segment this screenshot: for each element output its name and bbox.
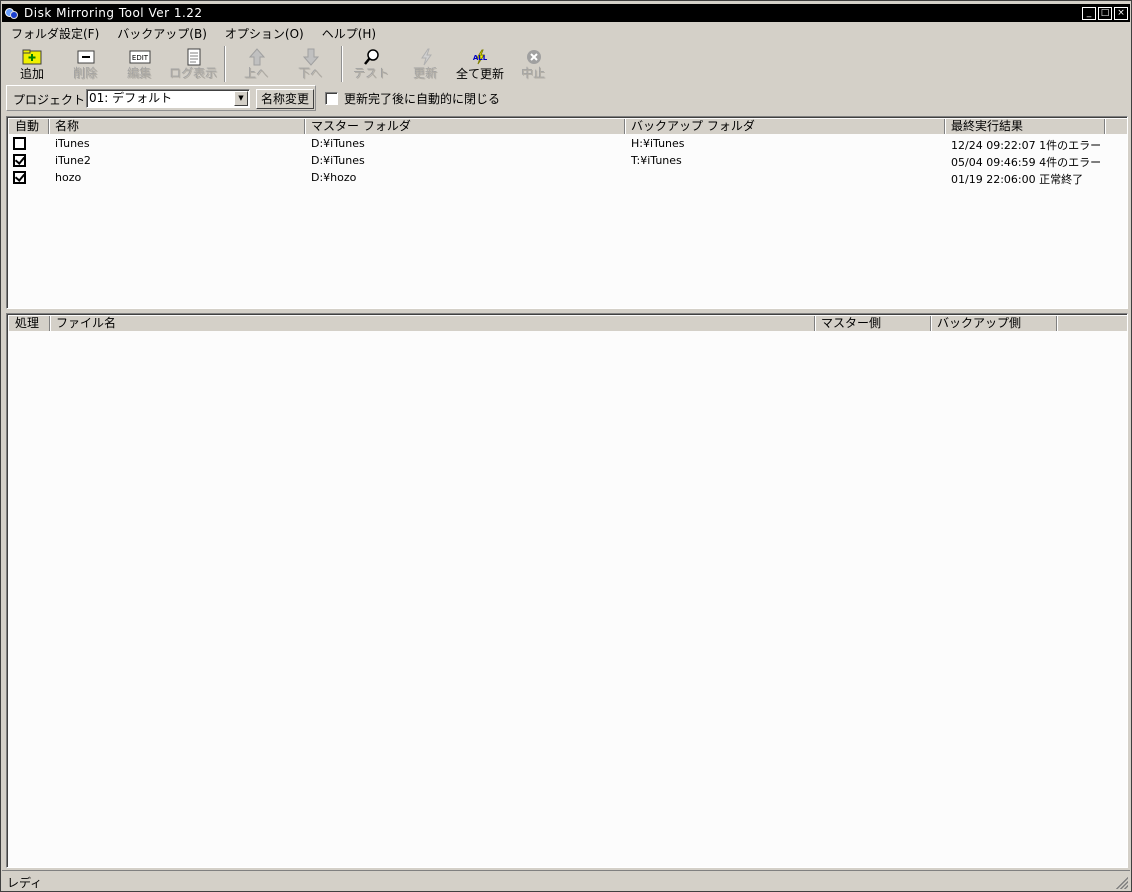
cell-master: D:¥iTunes (311, 154, 365, 167)
stop-button[interactable]: 中止 (507, 47, 561, 83)
window-title: Disk Mirroring Tool Ver 1.22 (24, 6, 203, 20)
update-all-label: 全て更新 (455, 67, 504, 81)
project-select[interactable]: 01: デフォルト ▼ (86, 89, 250, 108)
col-last-result[interactable]: 最終実行結果 (945, 119, 1105, 134)
edit-icon: EDIT (129, 50, 151, 64)
arrow-up-icon (248, 48, 266, 66)
stop-label: 中止 (521, 67, 546, 81)
col-auto[interactable]: 自動 (9, 119, 49, 134)
update-button[interactable]: 更新 (399, 47, 453, 83)
cell-backup: H:¥iTunes (631, 137, 685, 150)
menu-options[interactable]: オプション(O) (216, 25, 313, 42)
file-list-header: 処理 ファイル名 マスター側 バックアップ側 (9, 316, 1127, 331)
folder-list-header: 自動 名称 マスター フォルダ バックアップ フォルダ 最終実行結果 (9, 119, 1127, 134)
menu-backup[interactable]: バックアップ(B) (108, 25, 216, 42)
cell-result: 01/19 22:06:00 正常終了 (951, 173, 1084, 186)
maximize-button[interactable]: □ (1098, 6, 1112, 20)
log-view-label: ログ表示 (169, 67, 218, 81)
disk-mirror-app-icon (5, 6, 19, 20)
auto-close-label: 更新完了後に自動的に閉じる (344, 92, 501, 106)
table-row[interactable]: iTune2 D:¥iTunes T:¥iTunes 05/04 09:46:59 4… (9, 152, 1127, 169)
project-bar: プロジェクト 01: デフォルト ▼ 名称変更 更新完了後に自動的に閉じる (2, 85, 1130, 111)
update-all-icon: ALL (473, 49, 488, 65)
col-backup-folder[interactable]: バックアップ フォルダ (625, 119, 945, 134)
auto-checkbox[interactable] (13, 171, 26, 184)
file-list[interactable]: 処理 ファイル名 マスター側 バックアップ側 (6, 313, 1128, 868)
status-bar: レディ (2, 870, 1130, 890)
log-document-icon (187, 48, 201, 66)
add-button[interactable]: 追加 (5, 47, 59, 83)
edit-label: 編集 (127, 67, 152, 81)
cell-name: iTunes (55, 137, 90, 150)
cell-master: D:¥iTunes (311, 137, 365, 150)
delete-icon (77, 50, 95, 64)
col-master-side[interactable]: マスター側 (815, 316, 931, 331)
arrow-down-icon (302, 48, 320, 66)
close-button[interactable]: × (1114, 6, 1128, 20)
col-process[interactable]: 処理 (9, 316, 50, 331)
col-master-folder[interactable]: マスター フォルダ (305, 119, 625, 134)
test-button[interactable]: テスト (345, 47, 399, 83)
cell-name: hozo (55, 171, 82, 184)
col-name[interactable]: 名称 (49, 119, 305, 134)
add-label: 追加 (19, 67, 44, 81)
auto-close-checkbox[interactable] (325, 92, 338, 105)
project-label: プロジェクト (13, 93, 86, 107)
table-row[interactable]: hozo D:¥hozo 01/19 22:06:00 正常終了 (9, 169, 1127, 186)
app-window: Disk Mirroring Tool Ver 1.22 _ □ × フォルダ設… (0, 0, 1132, 892)
toolbar: 追加 削除 EDIT 編集 ログ表示 上へ 下へ テスト 更新 ALL 全て更新… (2, 44, 1130, 84)
minimize-button[interactable]: _ (1082, 6, 1096, 20)
status-text: レディ (7, 876, 43, 890)
update-all-button[interactable]: ALL 全て更新 (453, 47, 507, 83)
auto-checkbox[interactable] (13, 137, 26, 150)
stop-x-icon (527, 50, 541, 64)
delete-label: 削除 (73, 67, 98, 81)
log-view-button[interactable]: ログ表示 (167, 47, 221, 83)
project-selected-value: 01: デフォルト (89, 91, 173, 105)
add-folder-icon (22, 49, 42, 65)
cell-name: iTune2 (55, 154, 91, 167)
table-row[interactable]: iTunes D:¥iTunes H:¥iTunes 12/24 09:22:07 1… (9, 135, 1127, 152)
dropdown-arrow-icon[interactable]: ▼ (234, 91, 248, 106)
move-up-label: 上へ (244, 67, 269, 81)
menu-bar: フォルダ設定(F) バックアップ(B) オプション(O) ヘルプ(H) (2, 23, 1130, 43)
lightning-icon (421, 48, 432, 66)
title-bar[interactable]: Disk Mirroring Tool Ver 1.22 _ □ × (2, 4, 1130, 22)
cell-backup: T:¥iTunes (631, 154, 682, 167)
test-label: テスト (353, 67, 390, 81)
update-label: 更新 (413, 67, 438, 81)
auto-close-option[interactable]: 更新完了後に自動的に閉じる (325, 90, 500, 107)
menu-folder-settings[interactable]: フォルダ設定(F) (2, 25, 108, 42)
col-backup-side[interactable]: バックアップ側 (931, 316, 1057, 331)
cell-result: 12/24 09:22:07 1件のエラー (951, 139, 1102, 152)
edit-button[interactable]: EDIT 編集 (113, 47, 167, 83)
move-up-button[interactable]: 上へ (230, 47, 284, 83)
svg-text:EDIT: EDIT (132, 54, 149, 62)
folder-list[interactable]: 自動 名称 マスター フォルダ バックアップ フォルダ 最終実行結果 iTune… (6, 116, 1128, 309)
cell-result: 05/04 09:46:59 4件のエラー (951, 156, 1102, 169)
auto-checkbox[interactable] (13, 154, 26, 167)
col-file-name[interactable]: ファイル名 (50, 316, 815, 331)
rename-button[interactable]: 名称変更 (256, 89, 314, 109)
delete-button[interactable]: 削除 (59, 47, 113, 83)
cell-master: D:¥hozo (311, 171, 357, 184)
menu-help[interactable]: ヘルプ(H) (313, 25, 385, 42)
resize-grip-icon[interactable] (1116, 877, 1128, 889)
move-down-button[interactable]: 下へ (284, 47, 338, 83)
move-down-label: 下へ (298, 67, 323, 81)
svg-text:ALL: ALL (473, 54, 488, 62)
magnifier-icon (364, 49, 379, 65)
